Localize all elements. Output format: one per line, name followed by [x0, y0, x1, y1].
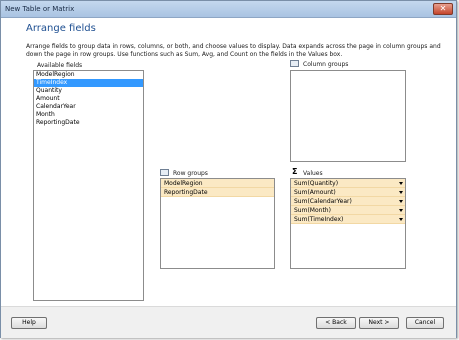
value-item[interactable]: Sum(Quantity) [291, 179, 405, 188]
window-title: New Table or Matrix [5, 5, 75, 13]
row-groups-label: Row groups [173, 170, 208, 177]
row-group-item[interactable]: ReportingDate [161, 188, 274, 197]
column-groups-icon [290, 60, 299, 67]
dialog-window: New Table or Matrix ✕ Arrange fields Arr… [0, 0, 457, 338]
sigma-icon: Σ [292, 167, 298, 176]
values-label: Values [303, 170, 323, 177]
title-bar[interactable]: New Table or Matrix ✕ [1, 1, 456, 18]
value-item[interactable]: Sum(Amount) [291, 188, 405, 197]
available-field-item[interactable]: Amount [34, 95, 143, 103]
value-item-label: Sum(Quantity) [294, 180, 339, 187]
value-item-label: Sum(Amount) [294, 189, 336, 196]
value-item[interactable]: Sum(CalendarYear) [291, 197, 405, 206]
available-field-item[interactable]: TimeIndex [34, 79, 143, 87]
available-field-item[interactable]: Quantity [34, 87, 143, 95]
cancel-button[interactable]: Cancel [406, 317, 444, 329]
available-field-item[interactable]: ReportingDate [34, 119, 143, 127]
dropdown-arrow-icon[interactable] [399, 209, 403, 212]
values-dropzone[interactable]: Sum(Quantity) Sum(Amount) Sum(CalendarYear… [290, 178, 406, 269]
value-item[interactable]: Sum(Month) [291, 206, 405, 215]
instructions-text: Arrange fields to group data in rows, co… [26, 43, 441, 58]
page-title: Arrange fields [26, 23, 96, 34]
available-field-item[interactable]: ModelRegion [34, 71, 143, 79]
next-button[interactable]: Next > [359, 317, 399, 329]
help-button[interactable]: Help [11, 317, 47, 329]
value-item-label: Sum(CalendarYear) [294, 198, 352, 205]
value-item-label: Sum(TimeIndex) [294, 216, 344, 223]
button-bar: Help < Back Next > Cancel [1, 306, 456, 338]
available-fields-label: Available fields [37, 62, 83, 69]
dropdown-arrow-icon[interactable] [399, 200, 403, 203]
value-item-label: Sum(Month) [294, 207, 331, 214]
value-item[interactable]: Sum(TimeIndex) [291, 215, 405, 224]
column-groups-label: Column groups [303, 61, 349, 68]
available-field-item[interactable]: Month [34, 111, 143, 119]
dropdown-arrow-icon[interactable] [399, 218, 403, 221]
column-groups-dropzone[interactable] [290, 70, 406, 162]
back-button[interactable]: < Back [316, 317, 356, 329]
row-groups-dropzone[interactable]: ModelRegion ReportingDate [160, 178, 275, 269]
row-groups-icon [160, 169, 169, 176]
row-group-item[interactable]: ModelRegion [161, 179, 274, 188]
dropdown-arrow-icon[interactable] [399, 182, 403, 185]
close-button[interactable]: ✕ [433, 3, 453, 15]
dropdown-arrow-icon[interactable] [399, 191, 403, 194]
available-field-item[interactable]: CalendarYear [34, 103, 143, 111]
available-fields-list[interactable]: ModelRegion TimeIndex Quantity Amount Calend… [33, 70, 144, 301]
